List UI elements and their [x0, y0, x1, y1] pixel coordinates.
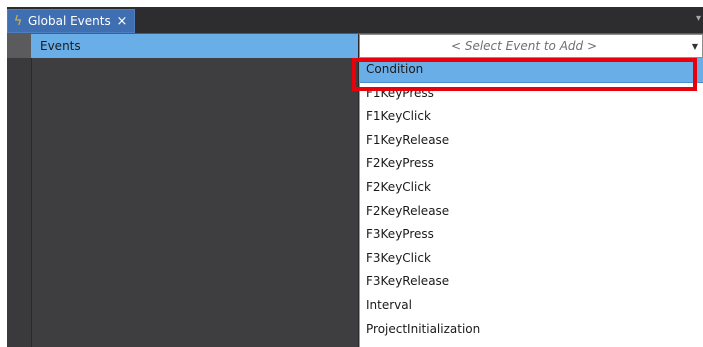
dropdown-item-interval[interactable]: Interval	[360, 294, 703, 318]
lightning-bolt-icon: ϟ	[13, 13, 23, 29]
close-icon[interactable]: ×	[114, 14, 130, 29]
event-select-placeholder: < Select Event to Add >	[450, 39, 598, 53]
events-label: Events	[40, 39, 81, 53]
dropdown-arrow-icon[interactable]: ▼	[688, 42, 702, 51]
tab-global-events[interactable]: ϟ Global Events ×	[7, 9, 135, 33]
event-dropdown-list: Condition F1KeyPress F1KeyClick F1KeyReleas…	[359, 58, 703, 347]
dropdown-item-f3keypress[interactable]: F3KeyPress	[360, 223, 703, 247]
dropdown-item-f3keyclick[interactable]: F3KeyClick	[360, 247, 703, 271]
dropdown-item-f2keyclick[interactable]: F2KeyClick	[360, 176, 703, 200]
tab-menu-icon[interactable]: ▾	[696, 13, 701, 24]
dropdown-item-f2keyrelease[interactable]: F2KeyRelease	[360, 200, 703, 224]
dropdown-item-f2keypress[interactable]: F2KeyPress	[360, 152, 703, 176]
dropdown-item-f1keypress[interactable]: F1KeyPress	[360, 82, 703, 106]
events-row[interactable]: Events	[31, 34, 359, 58]
tab-label: Global Events	[28, 14, 111, 28]
global-events-panel: ϟ Global Events × ▾ Events < Select Even…	[7, 7, 703, 347]
dropdown-item-f1keyrelease[interactable]: F1KeyRelease	[360, 129, 703, 153]
dropdown-item-condition[interactable]: Condition	[360, 58, 703, 83]
tab-bar: ϟ Global Events × ▾	[7, 7, 703, 34]
row-gutter	[7, 34, 32, 347]
events-grid: Events < Select Event to Add > ▼ Conditi…	[7, 34, 703, 347]
event-select[interactable]: < Select Event to Add > ▼	[359, 34, 703, 58]
dropdown-item-f3keyrelease[interactable]: F3KeyRelease	[360, 270, 703, 294]
dropdown-item-f1keyclick[interactable]: F1KeyClick	[360, 105, 703, 129]
row-header-cell[interactable]	[7, 34, 31, 58]
dropdown-item-projectinitialization[interactable]: ProjectInitialization	[360, 318, 703, 342]
